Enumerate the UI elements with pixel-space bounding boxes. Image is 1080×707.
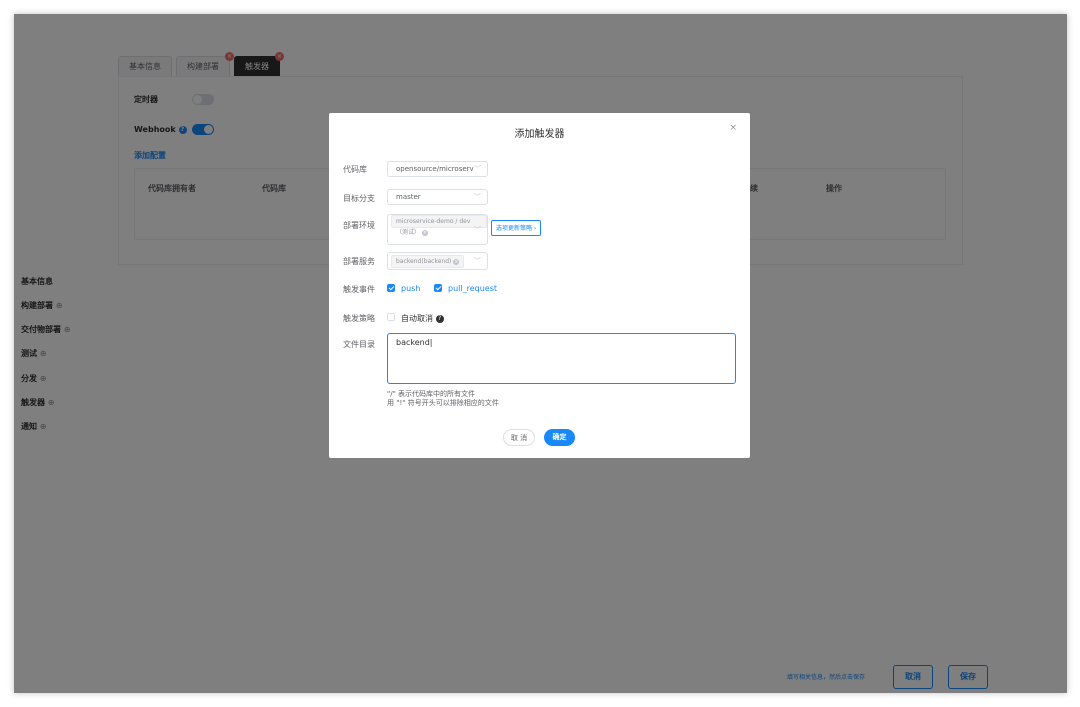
env-tag: microservice-demo / dev（测试） × [391,215,487,236]
chevron-down-icon: ﹀ [474,257,481,265]
pull-request-label[interactable]: pull_request [448,284,497,293]
service-label: 部署服务 [343,257,375,266]
auto-cancel-checkbox[interactable] [387,313,395,321]
service-select[interactable]: backend(backend) × ﹀ [387,252,488,270]
auto-cancel-label[interactable]: 自动取消 ? [401,313,444,324]
chevron-down-icon: ﹀ [474,193,481,201]
repo-select[interactable]: opensource/microserv ﹀ [387,161,488,177]
app-screen: 基本信息 构建部署× 触发器× 定时器 Webhook ? 添加配置 代码库拥有… [14,14,1067,693]
push-label[interactable]: push [401,284,420,293]
env-strategy-button[interactable]: 选项更新策略 › [491,220,542,236]
tag-close-icon[interactable]: × [453,258,460,265]
chevron-down-icon: ﹀ [474,165,481,173]
strategy-label: 触发策略 [343,314,375,323]
chevron-down-icon: ﹀ [474,226,481,234]
tag-close-icon[interactable]: × [422,229,429,236]
env-select[interactable]: microservice-demo / dev（测试） × ﹀ [387,214,488,245]
dialog-title: 添加触发器 [514,129,565,140]
dir-label: 文件目录 [343,340,375,349]
service-tag: backend(backend) × [391,255,465,268]
event-label: 触发事件 [343,285,375,294]
cancel-button[interactable]: 取 消 [503,429,535,446]
close-icon[interactable]: × [729,123,737,133]
branch-label: 目标分支 [343,194,375,203]
branch-select[interactable]: master ﹀ [387,189,488,205]
add-trigger-dialog: 添加触发器 × 代码库 opensource/microserv ﹀ 目标分支 … [329,113,750,458]
pull-request-checkbox[interactable] [434,284,442,292]
repo-label: 代码库 [343,165,367,174]
hint-line-2: 用 "!" 符号开头可以排除相应的文件 [387,399,499,407]
env-label: 部署环境 [343,221,375,230]
confirm-button[interactable]: 确定 [544,429,575,446]
help-icon: ? [435,314,444,323]
file-dir-textarea[interactable]: backend| [387,333,736,384]
push-checkbox[interactable] [387,284,395,292]
